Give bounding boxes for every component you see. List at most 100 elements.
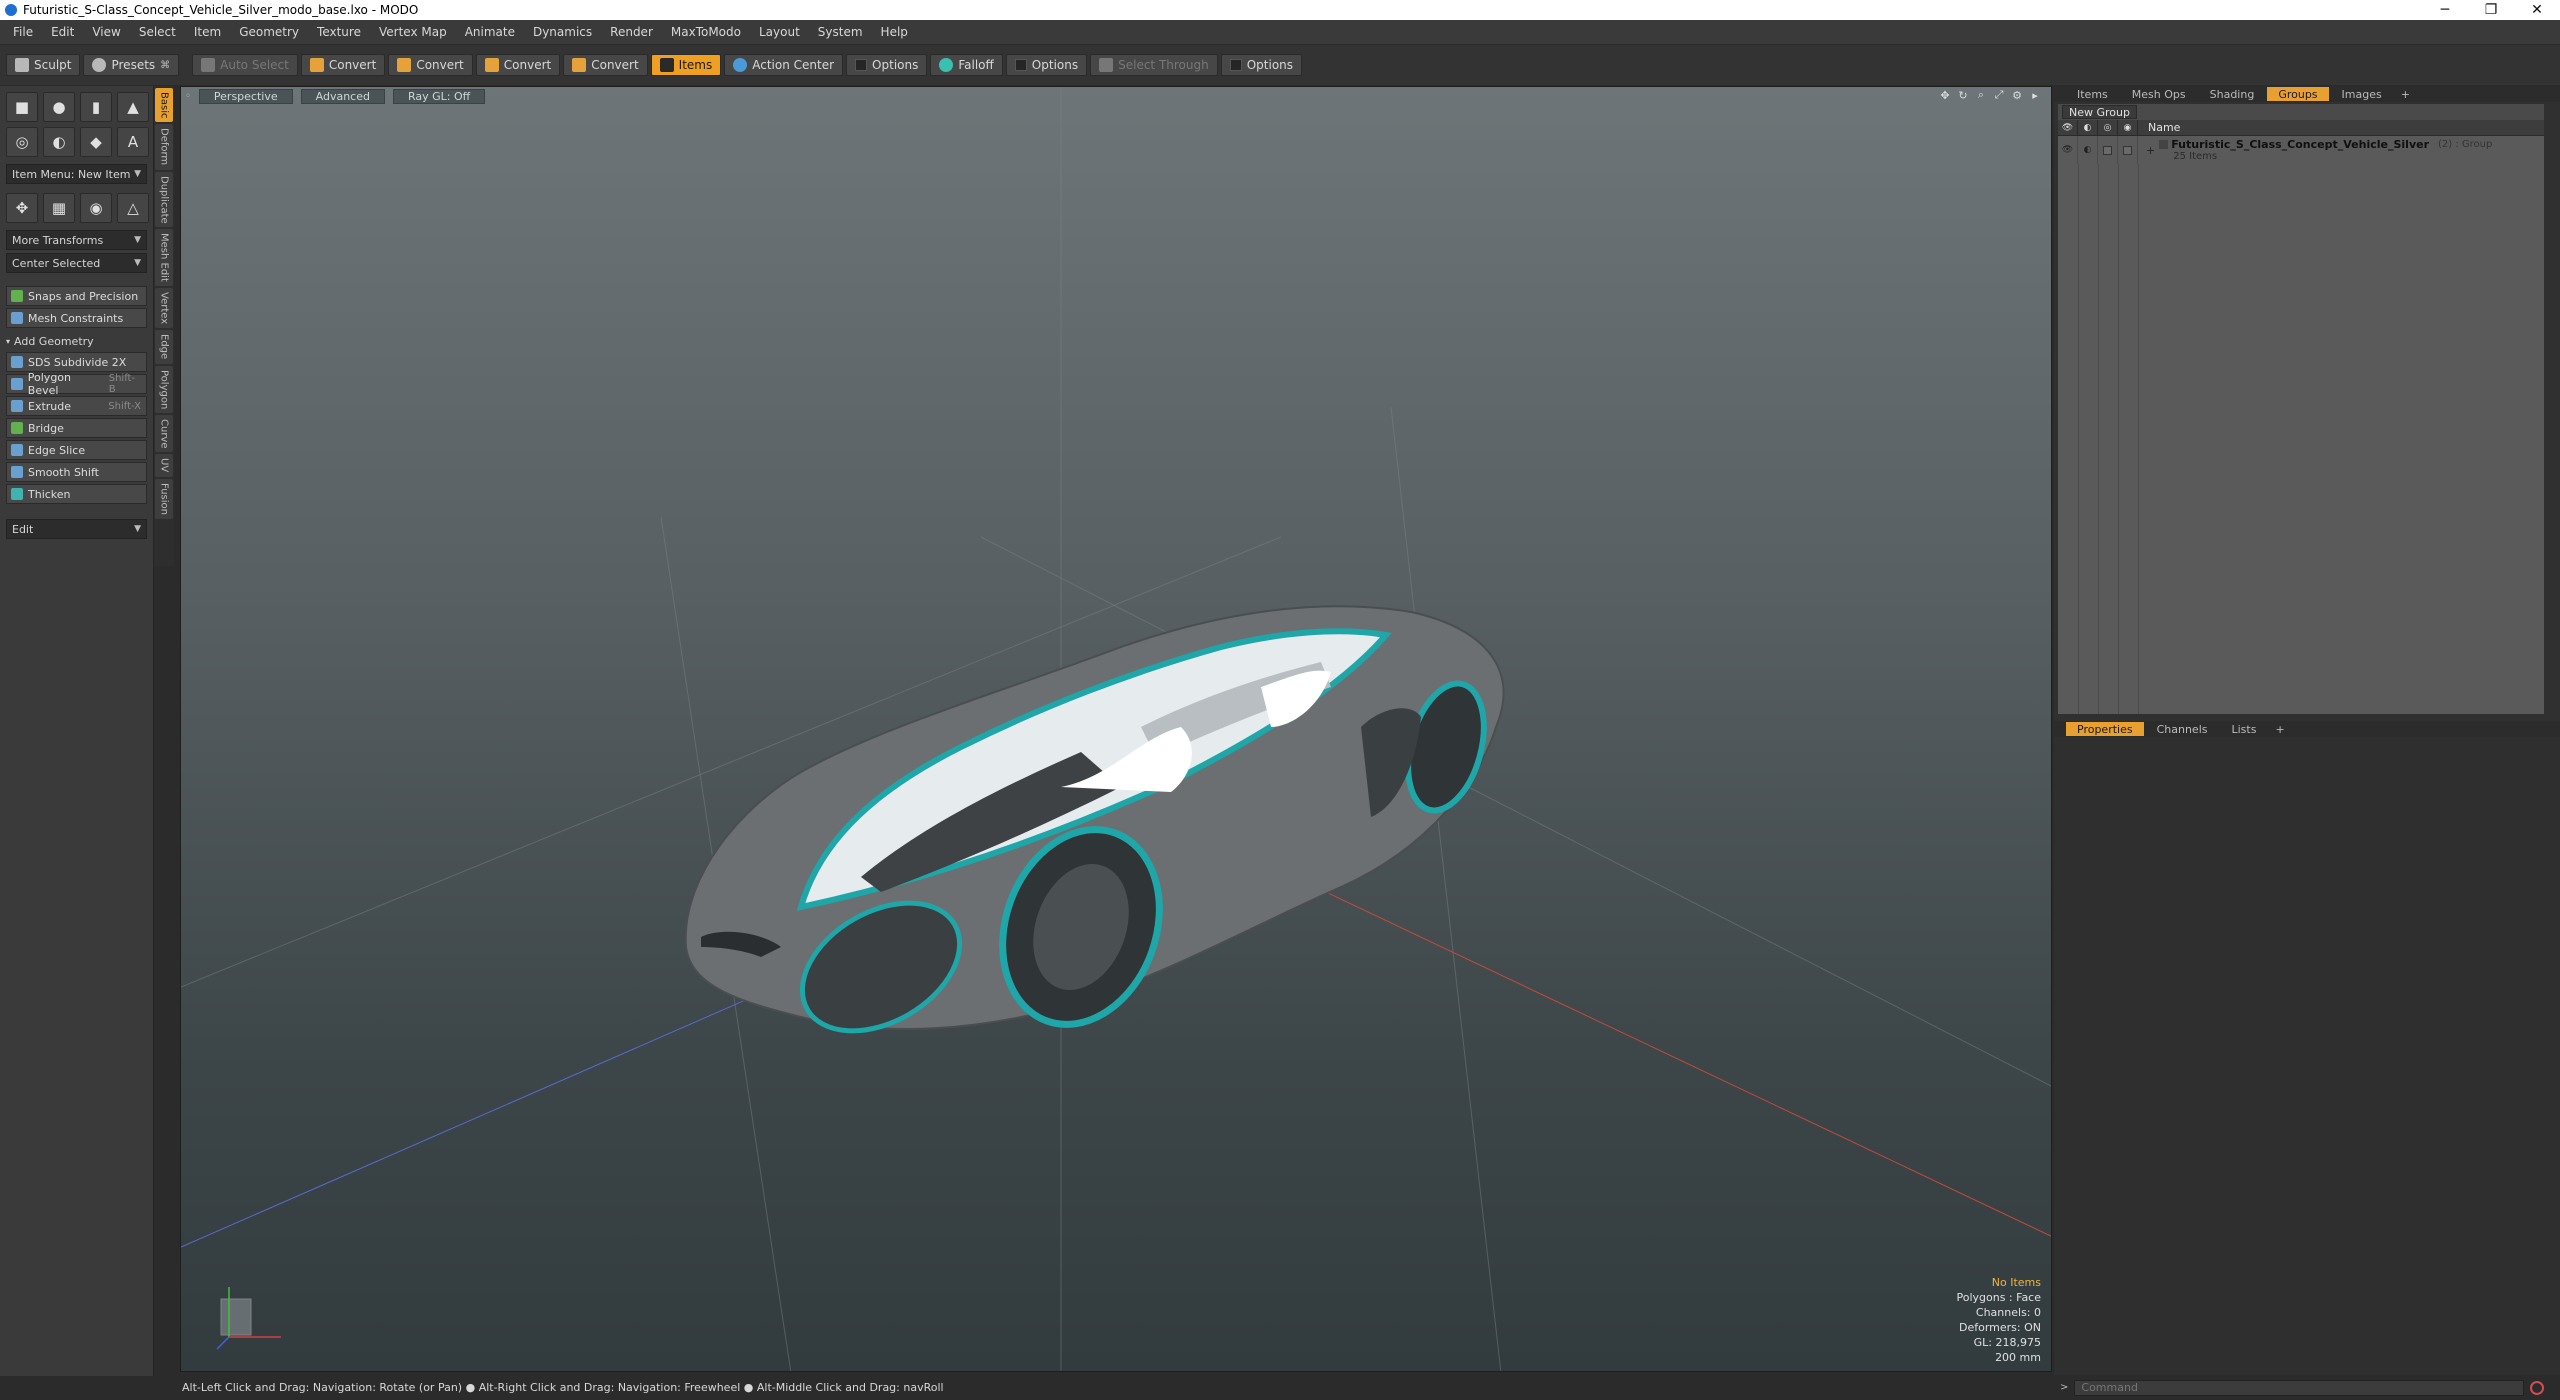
menu-edit[interactable]: Edit: [42, 20, 83, 45]
tab-duplicate[interactable]: Duplicate: [155, 171, 173, 228]
menu-help[interactable]: Help: [872, 20, 917, 45]
raygl-toggle-button[interactable]: Ray GL: Off: [392, 88, 486, 104]
extrude-button[interactable]: Extrude Shift-X: [6, 396, 147, 416]
add-tab-button[interactable]: +: [2269, 722, 2290, 736]
convert-polygons-button[interactable]: Convert: [475, 54, 561, 76]
action-center-options-button[interactable]: Options: [846, 54, 928, 76]
tab-curve[interactable]: Curve: [155, 414, 173, 453]
thicken-button[interactable]: Thicken: [6, 484, 147, 504]
perspective-view-button[interactable]: Perspective: [198, 88, 293, 104]
menu-geometry[interactable]: Geometry: [230, 20, 308, 45]
auto-select-button[interactable]: Auto Select: [192, 54, 298, 76]
tab-mesh-ops[interactable]: Mesh Ops: [2121, 87, 2197, 101]
expand-plus-icon[interactable]: +: [2146, 138, 2155, 162]
tab-polygon[interactable]: Polygon: [155, 365, 173, 413]
center-selected-dropdown[interactable]: Center Selected ▼: [6, 253, 147, 273]
restore-button[interactable]: ❐: [2468, 0, 2514, 20]
tab-fusion[interactable]: Fusion: [155, 478, 173, 519]
lock-toggle[interactable]: [2098, 136, 2118, 164]
advanced-shading-button[interactable]: Advanced: [300, 88, 385, 104]
3d-viewport[interactable]: ◦ Perspective Advanced Ray GL: Off ✥ ↻ ⌕…: [180, 86, 2052, 1372]
group-row[interactable]: 👁 ◐ + Futuristic_S_Class_Concept_Vehicle…: [2058, 136, 2544, 164]
snaps-precision-button[interactable]: Snaps and Precision: [6, 286, 147, 306]
select-toggle[interactable]: [2118, 136, 2138, 164]
add-tab-button[interactable]: +: [2395, 87, 2416, 101]
menu-system[interactable]: System: [809, 20, 872, 45]
cylinder-tool[interactable]: ▮: [80, 92, 112, 122]
falloff-options-button[interactable]: Options: [1005, 54, 1088, 76]
polygon-bevel-button[interactable]: Polygon Bevel Shift-B: [6, 371, 147, 397]
command-input[interactable]: [2074, 1379, 2525, 1396]
menu-dynamics[interactable]: Dynamics: [524, 20, 601, 45]
tab-channels[interactable]: Channels: [2146, 722, 2219, 736]
minimize-button[interactable]: ─: [2422, 0, 2468, 20]
tab-groups[interactable]: Groups: [2267, 87, 2329, 101]
fit-view-icon[interactable]: ⤢: [1993, 88, 2005, 101]
menu-layout[interactable]: Layout: [750, 20, 809, 45]
cube-tool[interactable]: ■: [6, 92, 38, 122]
menu-view[interactable]: View: [83, 20, 129, 45]
zoom-view-icon[interactable]: ⌕: [1975, 88, 1987, 101]
add-geometry-header[interactable]: ▾ Add Geometry: [6, 332, 147, 350]
smooth-shift-button[interactable]: Smooth Shift: [6, 462, 147, 482]
lock-column-icon[interactable]: ◎: [2098, 119, 2118, 136]
tab-mesh-edit[interactable]: Mesh Edit: [155, 229, 173, 287]
items-mode-button[interactable]: Items: [650, 54, 722, 76]
command-record-icon[interactable]: [2530, 1380, 2545, 1395]
tab-lists[interactable]: Lists: [2221, 722, 2268, 736]
tab-images[interactable]: Images: [2331, 87, 2393, 101]
falloff-button[interactable]: Falloff: [930, 54, 1003, 76]
menu-file[interactable]: File: [4, 20, 42, 45]
menu-render[interactable]: Render: [601, 20, 662, 45]
move-view-icon[interactable]: ✥: [1939, 89, 1951, 102]
chevron-right-icon[interactable]: ▸: [2029, 89, 2041, 102]
menu-texture[interactable]: Texture: [308, 20, 370, 45]
select-column-icon[interactable]: ◉: [2118, 119, 2138, 136]
close-button[interactable]: ✕: [2514, 0, 2560, 20]
rotate-tool[interactable]: ◉: [80, 193, 112, 223]
name-column-header[interactable]: Name: [2138, 121, 2180, 134]
mesh-constraints-button[interactable]: Mesh Constraints: [6, 308, 147, 328]
tab-deform[interactable]: Deform: [155, 124, 173, 170]
new-group-button[interactable]: New Group: [2062, 105, 2137, 119]
select-through-options-button[interactable]: Options: [1220, 54, 1303, 76]
menu-item[interactable]: Item: [185, 20, 230, 45]
menu-select[interactable]: Select: [130, 20, 185, 45]
grid-tool[interactable]: ▦: [43, 193, 75, 223]
plane-tool[interactable]: ◆: [80, 127, 112, 157]
torus-tool[interactable]: ◎: [6, 127, 38, 157]
tab-basic[interactable]: Basic: [155, 88, 173, 123]
presets-button[interactable]: Presets ⌘: [83, 54, 180, 76]
visibility-column-icon[interactable]: 👁: [2058, 119, 2078, 136]
convert-materials-button[interactable]: Convert: [563, 54, 648, 76]
menu-vertex-map[interactable]: Vertex Map: [370, 20, 456, 45]
bridge-button[interactable]: Bridge: [6, 418, 147, 438]
visibility-toggle-icon[interactable]: 👁: [2058, 136, 2078, 164]
rotate-view-icon[interactable]: ↻: [1957, 89, 1969, 102]
tab-shading[interactable]: Shading: [2199, 87, 2266, 101]
command-history-icon[interactable]: >: [2060, 1382, 2068, 1393]
sphere-tool[interactable]: ●: [43, 92, 75, 122]
sds-subdivide-button[interactable]: SDS Subdivide 2X: [6, 352, 147, 372]
more-transforms-dropdown[interactable]: More Transforms ▼: [6, 230, 147, 250]
tab-items[interactable]: Items: [2066, 87, 2119, 101]
menu-maxtomodo[interactable]: MaxToModo: [662, 20, 750, 45]
edit-dropdown[interactable]: Edit ▼: [6, 519, 147, 539]
capsule-tool[interactable]: ◐: [43, 127, 75, 157]
select-through-button[interactable]: Select Through: [1090, 54, 1218, 76]
tab-uv[interactable]: UV: [155, 454, 173, 477]
scale-tool[interactable]: △: [117, 193, 149, 223]
convert-edges-button[interactable]: Convert: [388, 54, 473, 76]
tab-vertex[interactable]: Vertex: [155, 288, 173, 329]
tab-edge[interactable]: Edge: [155, 330, 173, 364]
cone-tool[interactable]: ▲: [117, 92, 149, 122]
render-column-icon[interactable]: ◐: [2078, 119, 2098, 136]
render-toggle-icon[interactable]: ◐: [2078, 136, 2098, 164]
convert-vertices-button[interactable]: Convert: [300, 54, 386, 76]
action-center-button[interactable]: Action Center: [724, 54, 844, 76]
tab-properties[interactable]: Properties: [2066, 722, 2144, 736]
item-menu-dropdown[interactable]: Item Menu: New Item ▼: [6, 164, 147, 184]
move-tool[interactable]: ✥: [6, 193, 38, 223]
viewport-menu-icon[interactable]: ◦: [185, 91, 191, 102]
menu-animate[interactable]: Animate: [456, 20, 524, 45]
